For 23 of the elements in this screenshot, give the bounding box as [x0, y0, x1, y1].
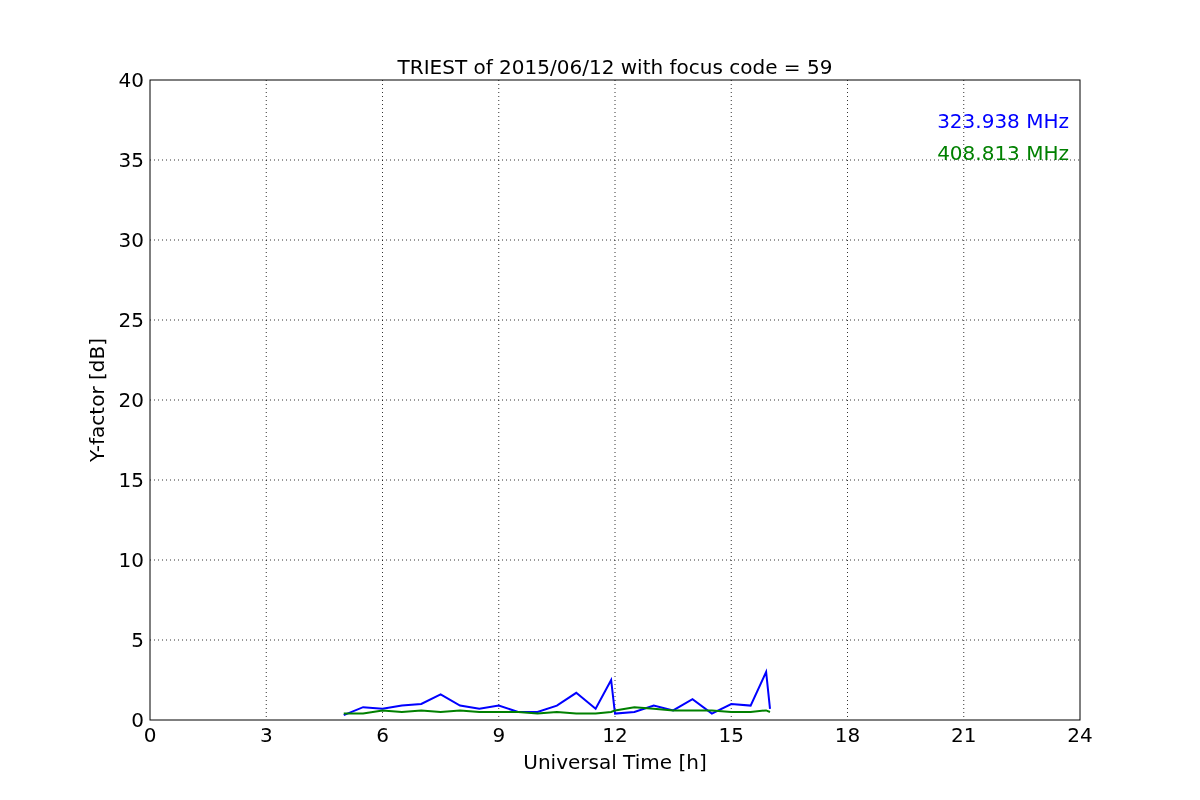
x-tick-label: 9 [492, 723, 506, 747]
y-tick-label: 15 [118, 468, 144, 492]
y-tick-label: 20 [118, 388, 144, 412]
x-tick-label: 15 [718, 723, 744, 747]
y-tick-label: 25 [118, 308, 144, 332]
y-tick-label: 40 [118, 68, 144, 92]
y-tick-label: 5 [131, 628, 144, 652]
legend-label: 323.938 MHz [937, 109, 1069, 133]
x-tick-label: 21 [951, 723, 977, 747]
y-tick-label: 30 [118, 228, 144, 252]
x-tick-label: 18 [834, 723, 861, 747]
y-axis-label: Y-factor [dB] [85, 338, 109, 462]
chart-title: TRIEST of 2015/06/12 with focus code = 59 [397, 55, 833, 79]
x-tick-label: 3 [259, 723, 273, 747]
y-tick-label: 35 [118, 148, 144, 172]
y-tick-label: 0 [131, 708, 144, 732]
x-tick-label: 24 [1067, 723, 1093, 747]
x-tick-label: 6 [376, 723, 389, 747]
legend-label: 408.813 MHz [937, 141, 1069, 165]
y-tick-label: 10 [118, 548, 144, 572]
x-tick-label: 0 [143, 723, 157, 747]
x-tick-label: 12 [602, 723, 628, 747]
x-axis-label: Universal Time [h] [523, 750, 707, 774]
